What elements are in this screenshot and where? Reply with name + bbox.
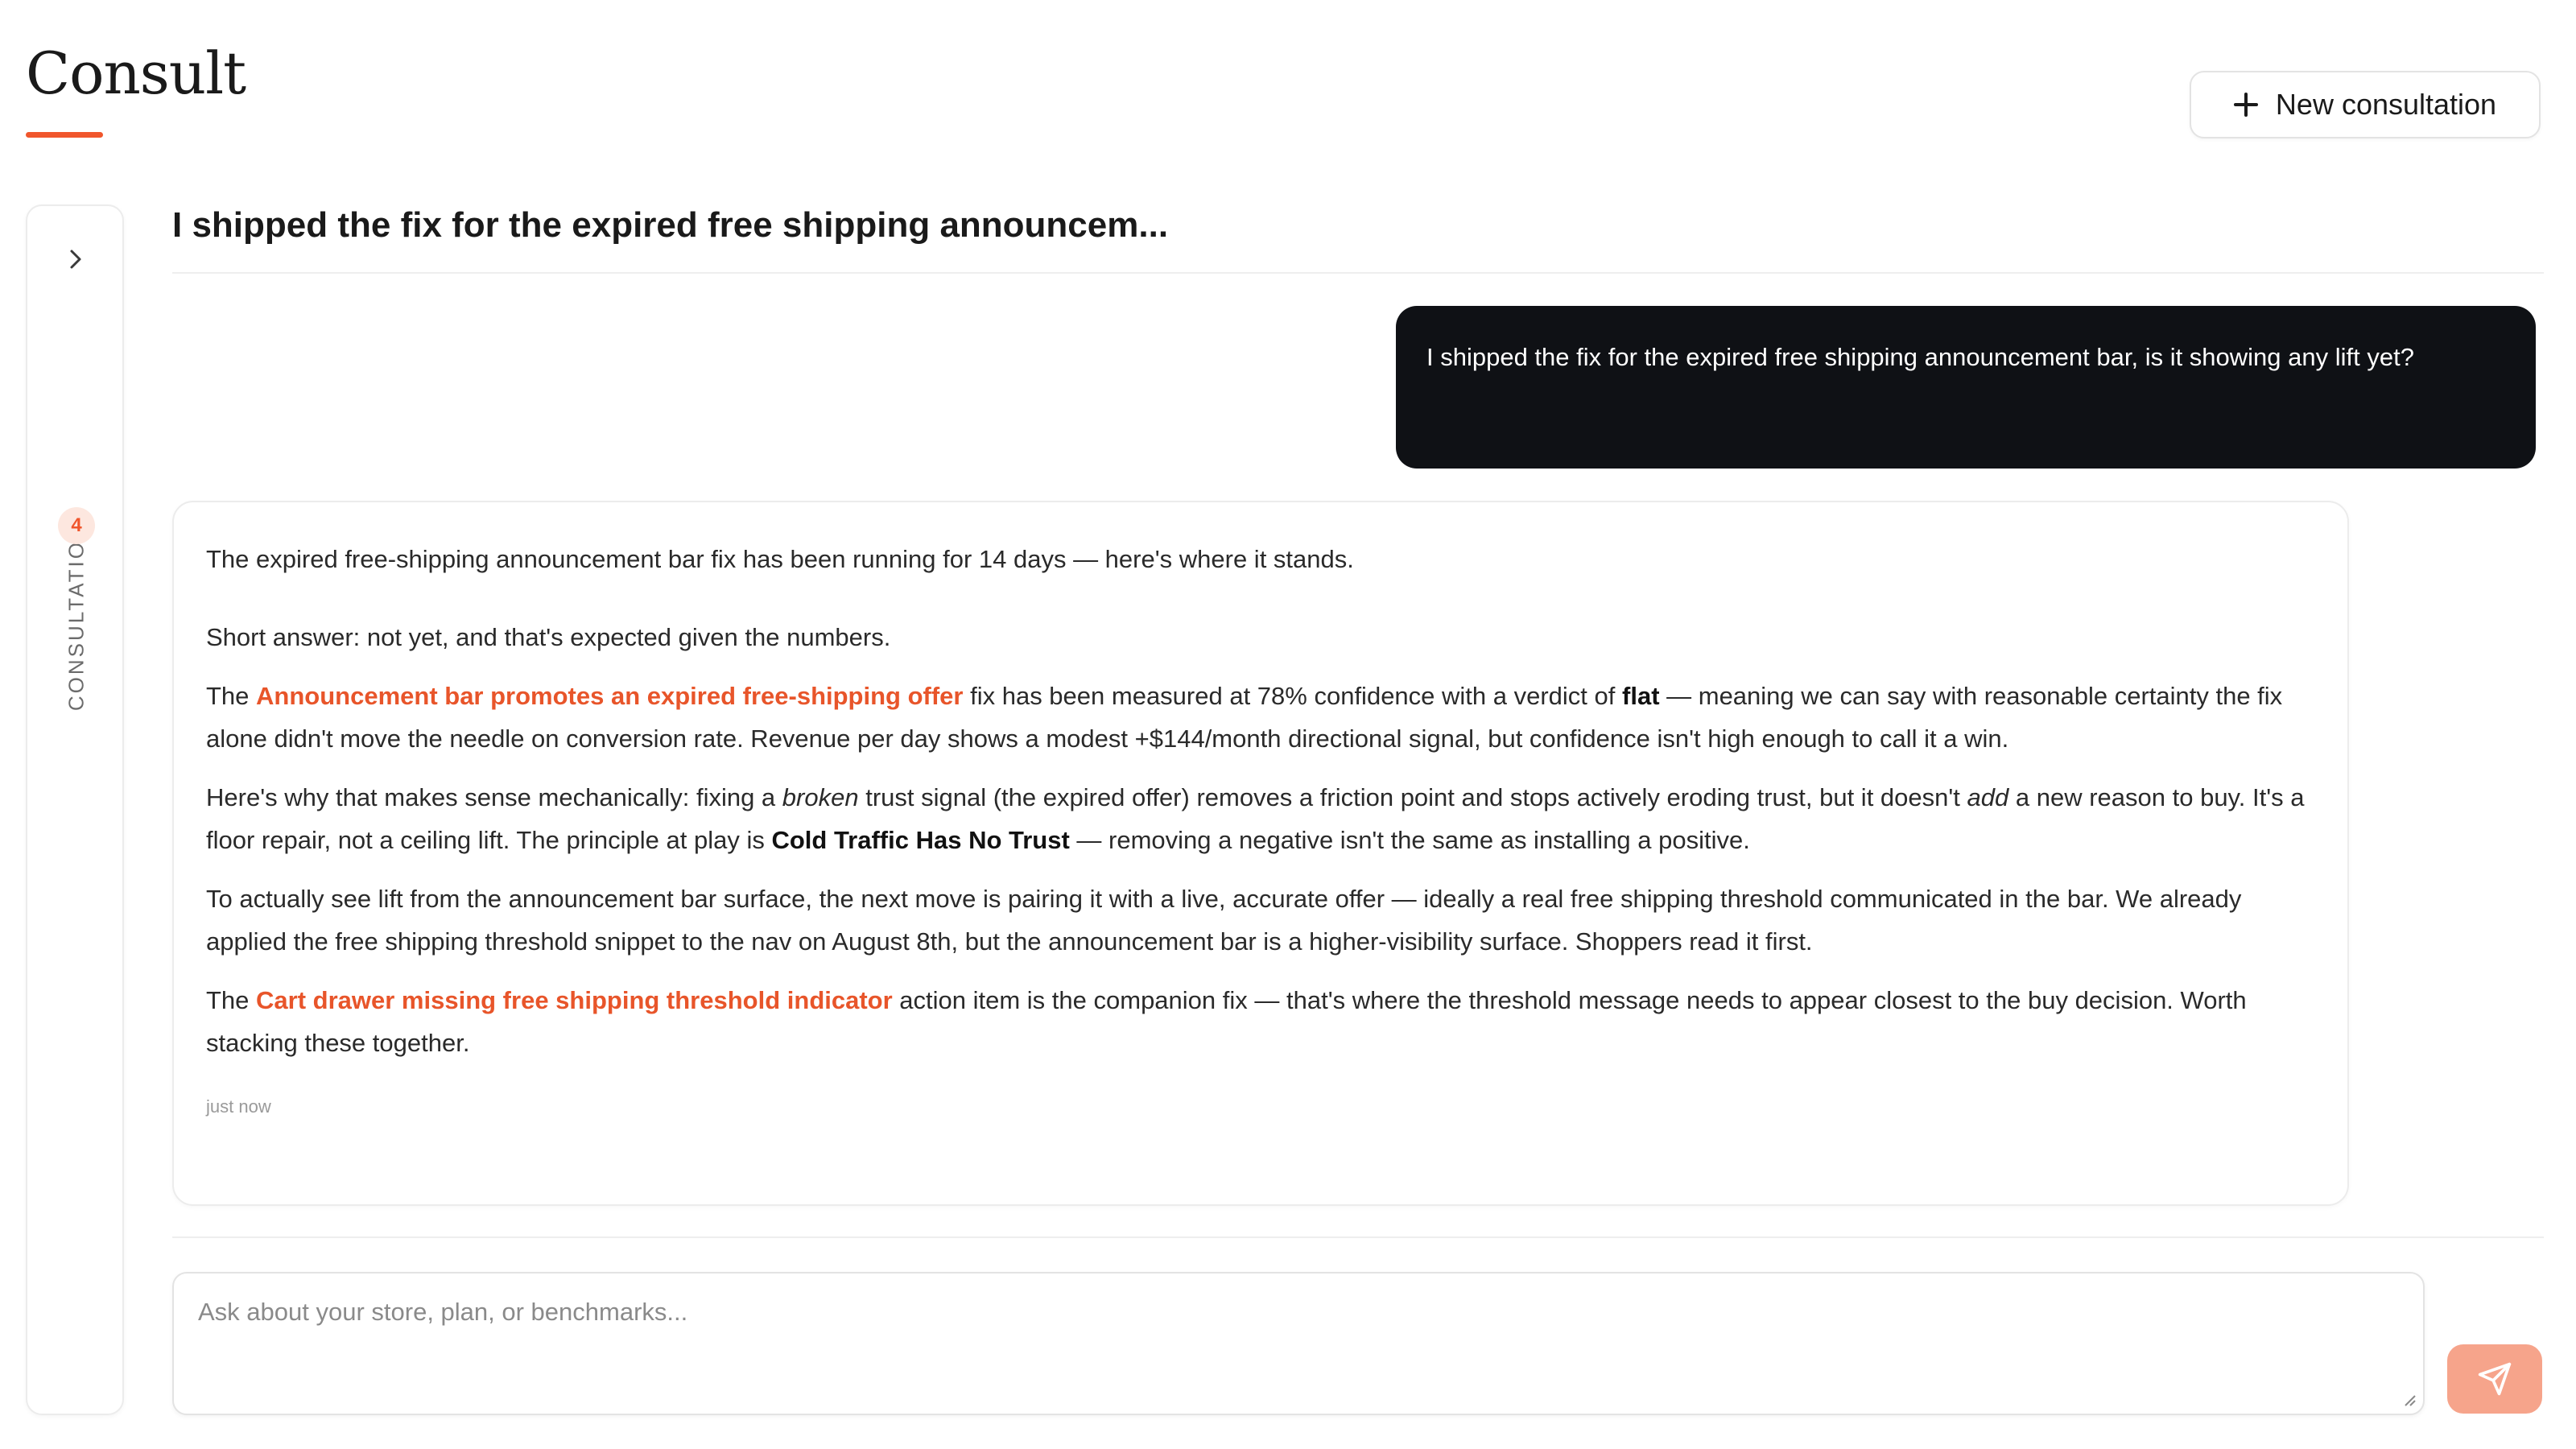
consultations-sidebar: CONSULTATIONS 4 [26,204,124,1415]
assistant-paragraph: Here's why that makes sense mechanically… [206,783,2305,854]
user-message-text: I shipped the fix for the expired free s… [1426,343,2414,371]
assistant-paragraph: The Announcement bar promotes an expired… [206,682,2283,753]
divider [172,1236,2544,1238]
consult-page: Consult New consultation CONSULTATIONS 4… [0,0,2576,1449]
chevron-right-icon[interactable] [63,246,89,272]
send-button[interactable] [2447,1344,2542,1414]
new-consultation-label: New consultation [2275,88,2497,121]
message-input[interactable] [174,1274,2423,1414]
assistant-message-card: The expired free-shipping announcement b… [172,501,2349,1206]
assistant-paragraph: Short answer: not yet, and that's expect… [206,623,891,651]
assistant-paragraph: The Cart drawer missing free shipping th… [206,986,2247,1057]
assistant-paragraph: The expired free-shipping announcement b… [206,545,1354,573]
user-message-bubble: I shipped the fix for the expired free s… [1396,306,2536,469]
consultations-count-badge: 4 [58,507,95,544]
new-consultation-button[interactable]: New consultation [2190,71,2541,138]
assistant-paragraph: To actually see lift from the announceme… [206,885,2242,956]
title-underline [26,132,103,138]
message-timestamp: just now [206,1096,271,1117]
send-icon [2478,1362,2512,1396]
cart-drawer-action-link[interactable]: Cart drawer missing free shipping thresh… [256,986,893,1014]
conversation-title: I shipped the fix for the expired free s… [172,205,1169,245]
announcement-bar-issue-link[interactable]: Announcement bar promotes an expired fre… [256,682,963,710]
divider [172,272,2544,274]
message-composer [172,1272,2425,1415]
page-title: Consult [26,39,246,107]
resize-grip-icon[interactable] [2401,1391,2417,1407]
plus-icon [2233,93,2258,117]
